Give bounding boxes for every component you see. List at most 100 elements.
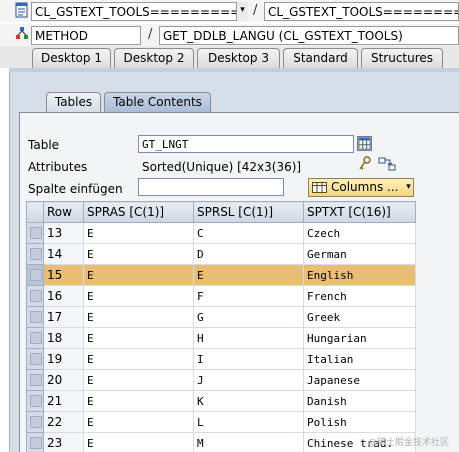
table-row[interactable]: 13 E C Czech <box>26 222 416 244</box>
row-marker <box>30 227 42 239</box>
tab-standard[interactable]: Standard <box>283 48 358 68</box>
cell-sptxt[interactable]: Polish <box>303 411 416 433</box>
row-selector[interactable] <box>26 222 44 244</box>
cell-sprsl[interactable]: L <box>193 411 304 433</box>
tab-desktop-1[interactable]: Desktop 1 <box>32 48 111 68</box>
cell-row[interactable]: 17 <box>43 306 84 328</box>
table-name-input[interactable]: GT_LNGT <box>138 135 354 153</box>
path-separator: / <box>148 27 153 42</box>
tab-desktop-3[interactable]: Desktop 3 <box>197 48 280 68</box>
class-name-field[interactable]: CL_GSTEXT_TOOLS============ <box>31 2 247 21</box>
cell-sprsl[interactable]: H <box>193 327 304 349</box>
row-selector[interactable] <box>26 243 44 265</box>
column-header-sptxt[interactable]: SPTXT [C(16)] <box>303 201 416 223</box>
cell-row[interactable]: 19 <box>43 348 84 370</box>
cell-sprsl[interactable]: F <box>193 285 304 307</box>
tab-desktop-2[interactable]: Desktop 2 <box>114 48 194 68</box>
cell-row[interactable]: 15 <box>43 264 84 286</box>
cell-row[interactable]: 23 <box>43 432 84 452</box>
tab-tables[interactable]: Tables <box>46 92 101 113</box>
cell-sprsl[interactable]: K <box>193 390 304 412</box>
row-marker <box>30 269 42 281</box>
cell-spras[interactable]: E <box>83 285 194 307</box>
cell-row[interactable]: 21 <box>43 390 84 412</box>
column-header-row[interactable]: Row <box>43 201 84 223</box>
table-row[interactable]: 20 E J Japanese <box>26 369 416 391</box>
cell-sprsl[interactable]: G <box>193 306 304 328</box>
cell-sprsl[interactable]: J <box>193 369 304 391</box>
row-selector[interactable] <box>26 369 44 391</box>
select-all-cell[interactable] <box>26 201 44 223</box>
cell-row[interactable]: 16 <box>43 285 84 307</box>
class-name-field-2[interactable]: CL_GSTEXT_TOOLS=================== <box>264 2 459 21</box>
table-row[interactable]: 21 E K Danish <box>26 390 416 412</box>
cell-spras[interactable]: E <box>83 243 194 265</box>
table-row[interactable]: 17 E G Greek <box>26 306 416 328</box>
row-marker <box>30 437 42 449</box>
row-selector[interactable] <box>26 432 44 452</box>
row-selector[interactable] <box>26 348 44 370</box>
table-icon[interactable] <box>357 136 372 151</box>
cell-sptxt[interactable]: Japanese <box>303 369 416 391</box>
column-header-sprsl[interactable]: SPRSL [C(1)] <box>193 201 304 223</box>
cell-sptxt[interactable]: English <box>303 264 416 286</box>
cell-row[interactable]: 14 <box>43 243 84 265</box>
cell-row[interactable]: 20 <box>43 369 84 391</box>
row-marker <box>30 395 42 407</box>
method-icon <box>16 27 28 39</box>
cell-spras[interactable]: E <box>83 390 194 412</box>
tab-table-contents[interactable]: Table Contents <box>104 92 211 113</box>
row-marker <box>30 332 42 344</box>
cell-row[interactable]: 18 <box>43 327 84 349</box>
cell-sprsl[interactable]: C <box>193 222 304 244</box>
method-name-field[interactable]: GET_DDLB_LANGU (CL_GSTEXT_TOOLS) <box>159 26 459 45</box>
cell-sprsl[interactable]: E <box>193 264 304 286</box>
cell-spras[interactable]: E <box>83 222 194 244</box>
attributes-label: Attributes <box>28 160 88 174</box>
cell-row[interactable]: 13 <box>43 222 84 244</box>
table-row[interactable]: 14 E D German <box>26 243 416 265</box>
table-row[interactable]: 23 E M Chinese trad. <box>26 432 416 452</box>
transfer-icon[interactable] <box>378 156 396 172</box>
table-header-row: Row SPRAS [C(1)] SPRSL [C(1)] SPTXT [C(1… <box>26 201 416 223</box>
table-row[interactable]: 16 E F French <box>26 285 416 307</box>
dropdown-icon[interactable]: ▾ <box>236 2 248 21</box>
table-row[interactable]: 15 E E English <box>26 264 416 286</box>
row-selector[interactable] <box>26 306 44 328</box>
cell-sptxt[interactable]: Czech <box>303 222 416 244</box>
cell-spras[interactable]: E <box>83 306 194 328</box>
row-selector[interactable] <box>26 411 44 433</box>
cell-sptxt[interactable]: Hungarian <box>303 327 416 349</box>
row-selector[interactable] <box>26 327 44 349</box>
column-header-spras[interactable]: SPRAS [C(1)] <box>83 201 194 223</box>
cell-sprsl[interactable]: D <box>193 243 304 265</box>
cell-sptxt[interactable]: French <box>303 285 416 307</box>
cell-spras[interactable]: E <box>83 432 194 452</box>
table-row[interactable]: 22 E L Polish <box>26 411 416 433</box>
cell-spras[interactable]: E <box>83 411 194 433</box>
cell-sptxt[interactable]: German <box>303 243 416 265</box>
table-row[interactable]: 19 E I Italian <box>26 348 416 370</box>
cell-sptxt[interactable]: Danish <box>303 390 416 412</box>
dropdown-icon[interactable]: ▾ <box>403 178 414 197</box>
cell-sprsl[interactable]: I <box>193 348 304 370</box>
cell-sprsl[interactable]: M <box>193 432 304 452</box>
method-type-field[interactable]: METHOD <box>31 26 141 45</box>
tab-structures[interactable]: Structures <box>361 48 443 68</box>
table-row[interactable]: 18 E H Hungarian <box>26 327 416 349</box>
cell-spras[interactable]: E <box>83 369 194 391</box>
row-selector[interactable] <box>26 285 44 307</box>
insert-column-label: Spalte einfügen <box>28 182 123 196</box>
cell-sptxt[interactable]: Greek <box>303 306 416 328</box>
key-icon[interactable] <box>358 156 372 172</box>
cell-spras[interactable]: E <box>83 327 194 349</box>
cell-spras[interactable]: E <box>83 264 194 286</box>
cell-spras[interactable]: E <box>83 348 194 370</box>
insert-column-input[interactable] <box>138 178 284 196</box>
row-marker <box>30 248 42 260</box>
row-selector[interactable] <box>26 264 44 286</box>
document-icon <box>15 2 28 18</box>
cell-row[interactable]: 22 <box>43 411 84 433</box>
cell-sptxt[interactable]: Italian <box>303 348 416 370</box>
row-selector[interactable] <box>26 390 44 412</box>
